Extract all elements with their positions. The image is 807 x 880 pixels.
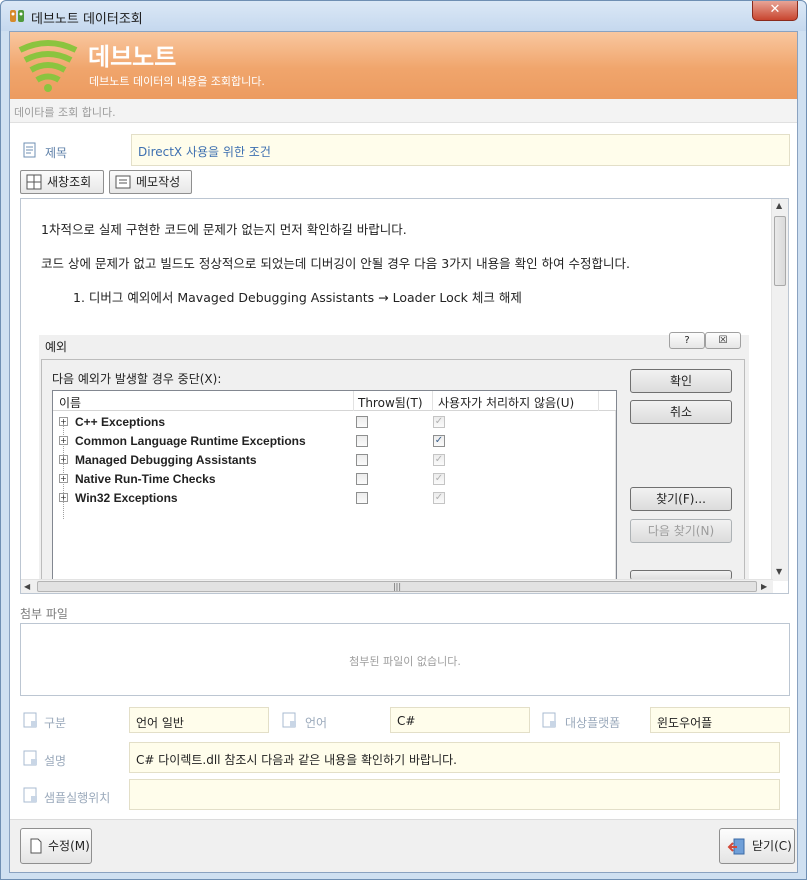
unhandled-checkbox: ✓ bbox=[433, 454, 445, 466]
field-icon bbox=[282, 712, 296, 728]
app-icon bbox=[10, 10, 24, 22]
dialog-panel: 다음 예외가 발생할 경우 중단(X): 이름 Throw됨(T) 사용자가 처… bbox=[41, 359, 745, 581]
list-row: + Common Language Runtime Exceptions ✓ bbox=[53, 432, 616, 451]
window-close-button[interactable]: ✕ bbox=[752, 1, 798, 21]
write-memo-label: 메모작성 bbox=[136, 175, 181, 189]
subject-label: 제목 bbox=[45, 146, 68, 160]
scroll-right-icon[interactable]: ▶ bbox=[761, 582, 767, 591]
page-edit-icon bbox=[30, 838, 42, 854]
close-button-label: 닫기(C) bbox=[752, 839, 792, 853]
column-name: 이름 bbox=[59, 396, 82, 410]
thrown-checkbox bbox=[356, 492, 368, 504]
thrown-checkbox bbox=[356, 435, 368, 447]
expand-icon: + bbox=[59, 455, 68, 464]
app-window: 데브노트 데이터조회 ✕ 데브노트 데브노트 데이터의 내용을 조회합니다. 데… bbox=[0, 0, 807, 880]
field-icon bbox=[23, 787, 37, 803]
dialog-close-icon: ☒ bbox=[705, 332, 741, 349]
subject-field[interactable]: DirectX 사용을 위한 조건 bbox=[131, 134, 790, 166]
window-grid-icon bbox=[26, 174, 42, 190]
field-icon bbox=[542, 712, 556, 728]
column-thrown: Throw됨(T) bbox=[358, 396, 423, 410]
list-row: + Win32 Exceptions ✓ bbox=[53, 489, 616, 508]
row-name: C++ Exceptions bbox=[75, 415, 166, 429]
expand-icon: + bbox=[59, 417, 68, 426]
list-row: + Native Run-Time Checks ✓ bbox=[53, 470, 616, 489]
sample-location-label: 샘플실행위치 bbox=[44, 791, 111, 805]
thrown-checkbox bbox=[356, 454, 368, 466]
category-field[interactable]: 언어 일반 bbox=[129, 707, 269, 733]
expand-icon: + bbox=[59, 493, 68, 502]
dialog-prompt: 다음 예외가 발생할 경우 중단(X): bbox=[52, 372, 222, 386]
row-name: Native Run-Time Checks bbox=[75, 472, 216, 486]
document-icon bbox=[23, 142, 36, 158]
dialog-find-next-button: 다음 찾기(N) bbox=[630, 519, 732, 543]
window-title: 데브노트 데이터조회 bbox=[31, 12, 143, 27]
row-name: Win32 Exceptions bbox=[75, 491, 178, 505]
banner-title: 데브노트 bbox=[88, 43, 177, 71]
content-line-2: 코드 상에 문제가 없고 빌드도 정상적으로 되었는데 디버깅이 안될 경우 다… bbox=[41, 256, 631, 271]
thrown-checkbox bbox=[356, 473, 368, 485]
language-field[interactable]: C# bbox=[390, 707, 530, 733]
wifi-logo-icon bbox=[18, 40, 78, 92]
expand-icon: + bbox=[59, 436, 68, 445]
attachments-empty-text: 첨부된 파일이 없습니다. bbox=[349, 655, 461, 668]
content-horizontal-scrollbar[interactable]: ◀ ||| ▶ bbox=[21, 579, 773, 593]
platform-field[interactable]: 윈도우어플 bbox=[650, 707, 790, 733]
write-memo-button[interactable]: 메모작성 bbox=[109, 170, 192, 194]
dialog-cancel-button: 취소 bbox=[630, 400, 732, 424]
dialog-find-button: 찾기(F)... bbox=[630, 487, 732, 511]
platform-label: 대상플랫폼 bbox=[565, 716, 621, 730]
unhandled-checkbox: ✓ bbox=[433, 492, 445, 504]
content-line-3: 1. 디버그 예외에서 Mavaged Debugging Assistants… bbox=[73, 290, 522, 305]
exceptions-dialog-image: 예외 ? ☒ 다음 예외가 발생할 경우 중단(X): 이름 Throw됨(T)… bbox=[39, 332, 749, 581]
field-icon bbox=[23, 750, 37, 766]
new-window-button[interactable]: 새창조회 bbox=[20, 170, 104, 194]
new-window-label: 새창조회 bbox=[47, 175, 92, 189]
list-row: + Managed Debugging Assistants ✓ bbox=[53, 451, 616, 470]
hint-bar: 데이타를 조회 합니다. bbox=[10, 99, 797, 123]
description-label: 설명 bbox=[44, 754, 67, 768]
unhandled-checkbox: ✓ bbox=[433, 435, 445, 447]
edit-button-label: 수정(M) bbox=[48, 839, 90, 853]
list-header: 이름 Throw됨(T) 사용자가 처리하지 않음(U) bbox=[53, 391, 616, 411]
content-vertical-scrollbar[interactable]: ▲ ▼ bbox=[771, 199, 788, 581]
content-line-1: 1차적으로 실제 구현한 코드에 문제가 없는지 먼저 확인하길 바랍니다. bbox=[41, 222, 407, 237]
sample-location-field[interactable] bbox=[129, 779, 780, 810]
column-unhandled: 사용자가 처리하지 않음(U) bbox=[438, 396, 575, 410]
unhandled-checkbox: ✓ bbox=[433, 473, 445, 485]
exit-door-icon bbox=[727, 838, 745, 855]
row-name: Managed Debugging Assistants bbox=[75, 453, 257, 467]
row-name: Common Language Runtime Exceptions bbox=[75, 434, 306, 448]
footer-bar bbox=[10, 819, 797, 872]
banner-subtitle: 데브노트 데이터의 내용을 조회합니다. bbox=[89, 75, 265, 88]
category-label: 구분 bbox=[44, 716, 67, 730]
scroll-up-icon[interactable]: ▲ bbox=[776, 201, 782, 210]
hint-text: 데이타를 조회 합니다. bbox=[14, 106, 116, 119]
edit-button[interactable]: 수정(M) bbox=[20, 828, 92, 864]
thrown-checkbox bbox=[356, 416, 368, 428]
dialog-title: 예외 bbox=[45, 340, 68, 354]
attachments-label: 첨부 파일 bbox=[20, 607, 68, 621]
header-banner: 데브노트 데브노트 데이터의 내용을 조회합니다. bbox=[10, 32, 797, 99]
scroll-down-icon[interactable]: ▼ bbox=[776, 567, 782, 576]
scroll-left-icon[interactable]: ◀ bbox=[24, 582, 30, 591]
horizontal-scroll-thumb[interactable]: ||| bbox=[37, 581, 757, 592]
dialog-ok-button: 확인 bbox=[630, 369, 732, 393]
dialog-help-icon: ? bbox=[669, 332, 705, 349]
attachments-list[interactable]: 첨부된 파일이 없습니다. bbox=[20, 623, 790, 696]
title-bar[interactable]: 데브노트 데이터조회 ✕ bbox=[1, 1, 806, 31]
content-viewer[interactable]: 1차적으로 실제 구현한 코드에 문제가 없는지 먼저 확인하길 바랍니다. 코… bbox=[20, 198, 789, 594]
field-icon bbox=[23, 712, 37, 728]
list-row: + C++ Exceptions ✓ bbox=[53, 413, 616, 432]
close-button[interactable]: 닫기(C) bbox=[719, 828, 795, 864]
language-label: 언어 bbox=[305, 716, 328, 730]
client-area: 데브노트 데브노트 데이터의 내용을 조회합니다. 데이타를 조회 합니다. 제… bbox=[9, 31, 798, 873]
unhandled-checkbox: ✓ bbox=[433, 416, 445, 428]
expand-icon: + bbox=[59, 474, 68, 483]
memo-icon bbox=[115, 175, 131, 189]
exceptions-list: 이름 Throw됨(T) 사용자가 처리하지 않음(U) + C++ Excep… bbox=[52, 390, 617, 581]
description-field[interactable]: C# 다이렉트.dll 참조시 다음과 같은 내용을 확인하기 바랍니다. bbox=[129, 742, 780, 773]
vertical-scroll-thumb[interactable] bbox=[774, 216, 786, 286]
